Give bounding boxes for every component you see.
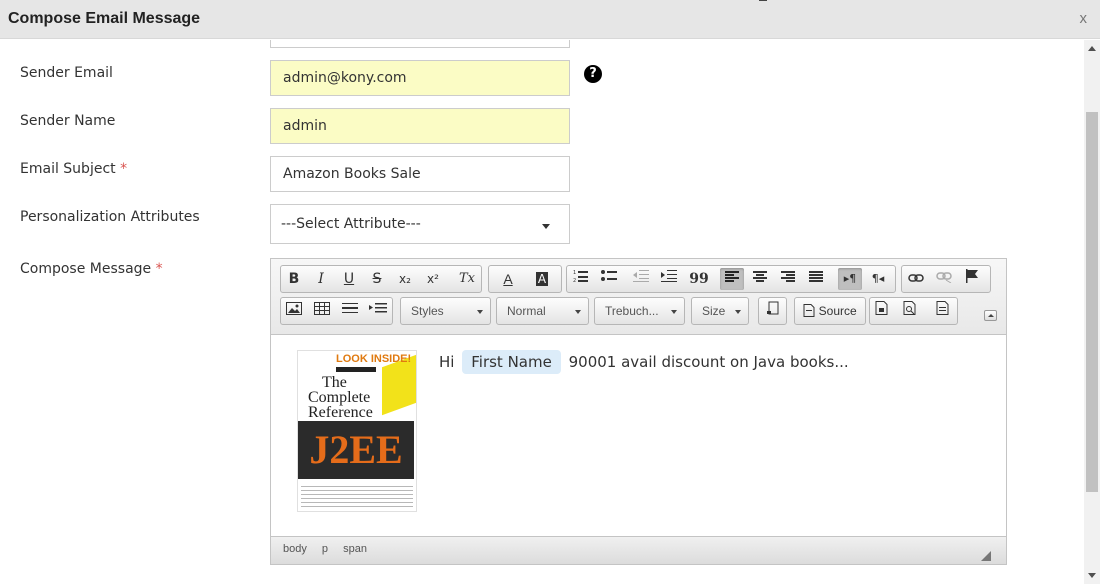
email-subject-label: Email Subject * <box>20 161 128 177</box>
dialog-title: Compose Email Message <box>8 10 201 27</box>
email-subject-field[interactable]: Amazon Books Sale <box>270 156 570 192</box>
vertical-scrollbar[interactable] <box>1084 40 1100 584</box>
source-group: Source <box>794 297 866 325</box>
justify-icon[interactable] <box>804 268 828 290</box>
chevron-down-icon <box>477 310 483 314</box>
tools-group <box>869 297 958 325</box>
placeholder-chip-first-name[interactable]: First Name <box>462 350 561 374</box>
svg-text:2: 2 <box>573 278 576 283</box>
rtl-button[interactable]: ¶◂ <box>866 268 890 290</box>
required-marker: * <box>155 261 163 277</box>
links-group <box>901 265 991 293</box>
strikethrough-button[interactable]: S <box>365 268 389 290</box>
basic-styles-group: B I U S x₂ x² Tx <box>280 265 482 293</box>
styles-dropdown[interactable]: Styles <box>400 297 491 325</box>
unlink-icon[interactable] <box>932 268 956 290</box>
text-color-button[interactable]: A <box>493 268 523 290</box>
document-icon[interactable] <box>931 300 955 322</box>
personalization-select[interactable]: ---Select Attribute--- <box>270 204 570 244</box>
outdent-icon[interactable] <box>629 268 653 290</box>
editor-toolbar: B I U S x₂ x² Tx A A 12 99 ▸¶ ¶◂ Styles … <box>271 259 1006 335</box>
bulleted-list-icon[interactable] <box>597 268 621 290</box>
paragraph-group: 12 99 ▸¶ ¶◂ <box>566 265 896 293</box>
editor-content-area[interactable]: LOOK INSIDE! The Complete Reference J2EE… <box>271 336 1006 536</box>
color-group: A A <box>488 265 562 293</box>
sender-name-field[interactable]: admin <box>270 108 570 144</box>
align-right-icon[interactable] <box>776 268 800 290</box>
underline-button[interactable]: U <box>337 268 361 290</box>
align-left-icon[interactable] <box>720 268 744 290</box>
superscript-button[interactable]: x² <box>421 268 445 290</box>
rich-text-editor: B I U S x₂ x² Tx A A 12 99 ▸¶ ¶◂ Styles … <box>270 258 1007 565</box>
element-path-bar: body p span <box>271 536 1006 564</box>
sender-email-label: Sender Email <box>20 65 113 81</box>
sender-name-label: Sender Name <box>20 113 116 129</box>
dialog-content: Sender Email admin@kony.com ? Sender Nam… <box>0 40 1084 584</box>
path-body[interactable]: body <box>283 543 307 555</box>
chevron-down-icon <box>542 224 550 229</box>
message-text[interactable]: Hi First Name 90001 avail discount on Ja… <box>439 350 849 374</box>
maximize-group <box>758 297 787 325</box>
book-title: The Complete Reference <box>308 374 373 421</box>
remove-format-button[interactable]: Tx <box>455 268 479 290</box>
path-p[interactable]: p <box>322 543 328 555</box>
horizontal-rule-icon[interactable] <box>338 300 362 322</box>
background-color-button[interactable]: A <box>527 268 557 290</box>
close-button[interactable]: x <box>1080 10 1088 27</box>
italic-button[interactable]: I <box>309 268 333 290</box>
required-marker: * <box>120 161 128 177</box>
font-dropdown[interactable]: Trebuch... <box>594 297 685 325</box>
table-icon[interactable] <box>310 300 334 322</box>
greeting: Hi <box>439 353 455 371</box>
chevron-down-icon <box>735 310 741 314</box>
scroll-down-icon[interactable] <box>1088 573 1096 578</box>
size-dropdown[interactable]: Size <box>691 297 749 325</box>
indent-icon[interactable] <box>657 268 681 290</box>
scroll-thumb[interactable] <box>1086 112 1098 492</box>
svg-text:1: 1 <box>573 270 576 276</box>
help-icon[interactable]: ? <box>584 65 602 83</box>
collapse-toolbar-button[interactable] <box>984 310 997 321</box>
scroll-up-icon[interactable] <box>1088 46 1096 51</box>
personalization-label: Personalization Attributes <box>20 209 200 225</box>
personalization-selected: ---Select Attribute--- <box>281 216 421 232</box>
blockquote-button[interactable]: 99 <box>687 268 711 290</box>
book-cover-image: LOOK INSIDE! The Complete Reference J2EE <box>297 350 417 512</box>
maximize-icon[interactable] <box>761 300 785 322</box>
preview-icon[interactable] <box>898 300 922 322</box>
insert-group <box>280 297 393 325</box>
link-icon[interactable] <box>904 268 928 290</box>
resize-handle-icon[interactable] <box>981 551 991 561</box>
message-body: 90001 avail discount on Java books... <box>568 353 849 371</box>
dialog-title-bar: Compose Email Message x <box>0 0 1100 39</box>
bold-button[interactable]: B <box>282 268 306 290</box>
minimize-mark <box>759 0 767 1</box>
source-button[interactable]: Source <box>797 300 863 322</box>
partial-field-above[interactable] <box>270 40 570 48</box>
format-dropdown[interactable]: Normal <box>496 297 589 325</box>
image-icon[interactable] <box>282 300 306 322</box>
ltr-button[interactable]: ▸¶ <box>838 268 862 290</box>
align-center-icon[interactable] <box>748 268 772 290</box>
book-big-title: J2EE <box>298 421 414 479</box>
sender-email-field[interactable]: admin@kony.com <box>270 60 570 96</box>
compose-message-label: Compose Message * <box>20 261 163 277</box>
numbered-list-icon[interactable]: 12 <box>569 268 593 290</box>
chevron-down-icon <box>575 310 581 314</box>
save-template-icon[interactable] <box>870 300 894 322</box>
page-break-icon[interactable] <box>366 300 390 322</box>
chevron-down-icon <box>671 310 677 314</box>
path-span[interactable]: span <box>343 543 367 555</box>
subscript-button[interactable]: x₂ <box>393 268 417 290</box>
anchor-flag-icon[interactable] <box>960 268 984 290</box>
look-inside-text: LOOK INSIDE! <box>336 353 412 365</box>
